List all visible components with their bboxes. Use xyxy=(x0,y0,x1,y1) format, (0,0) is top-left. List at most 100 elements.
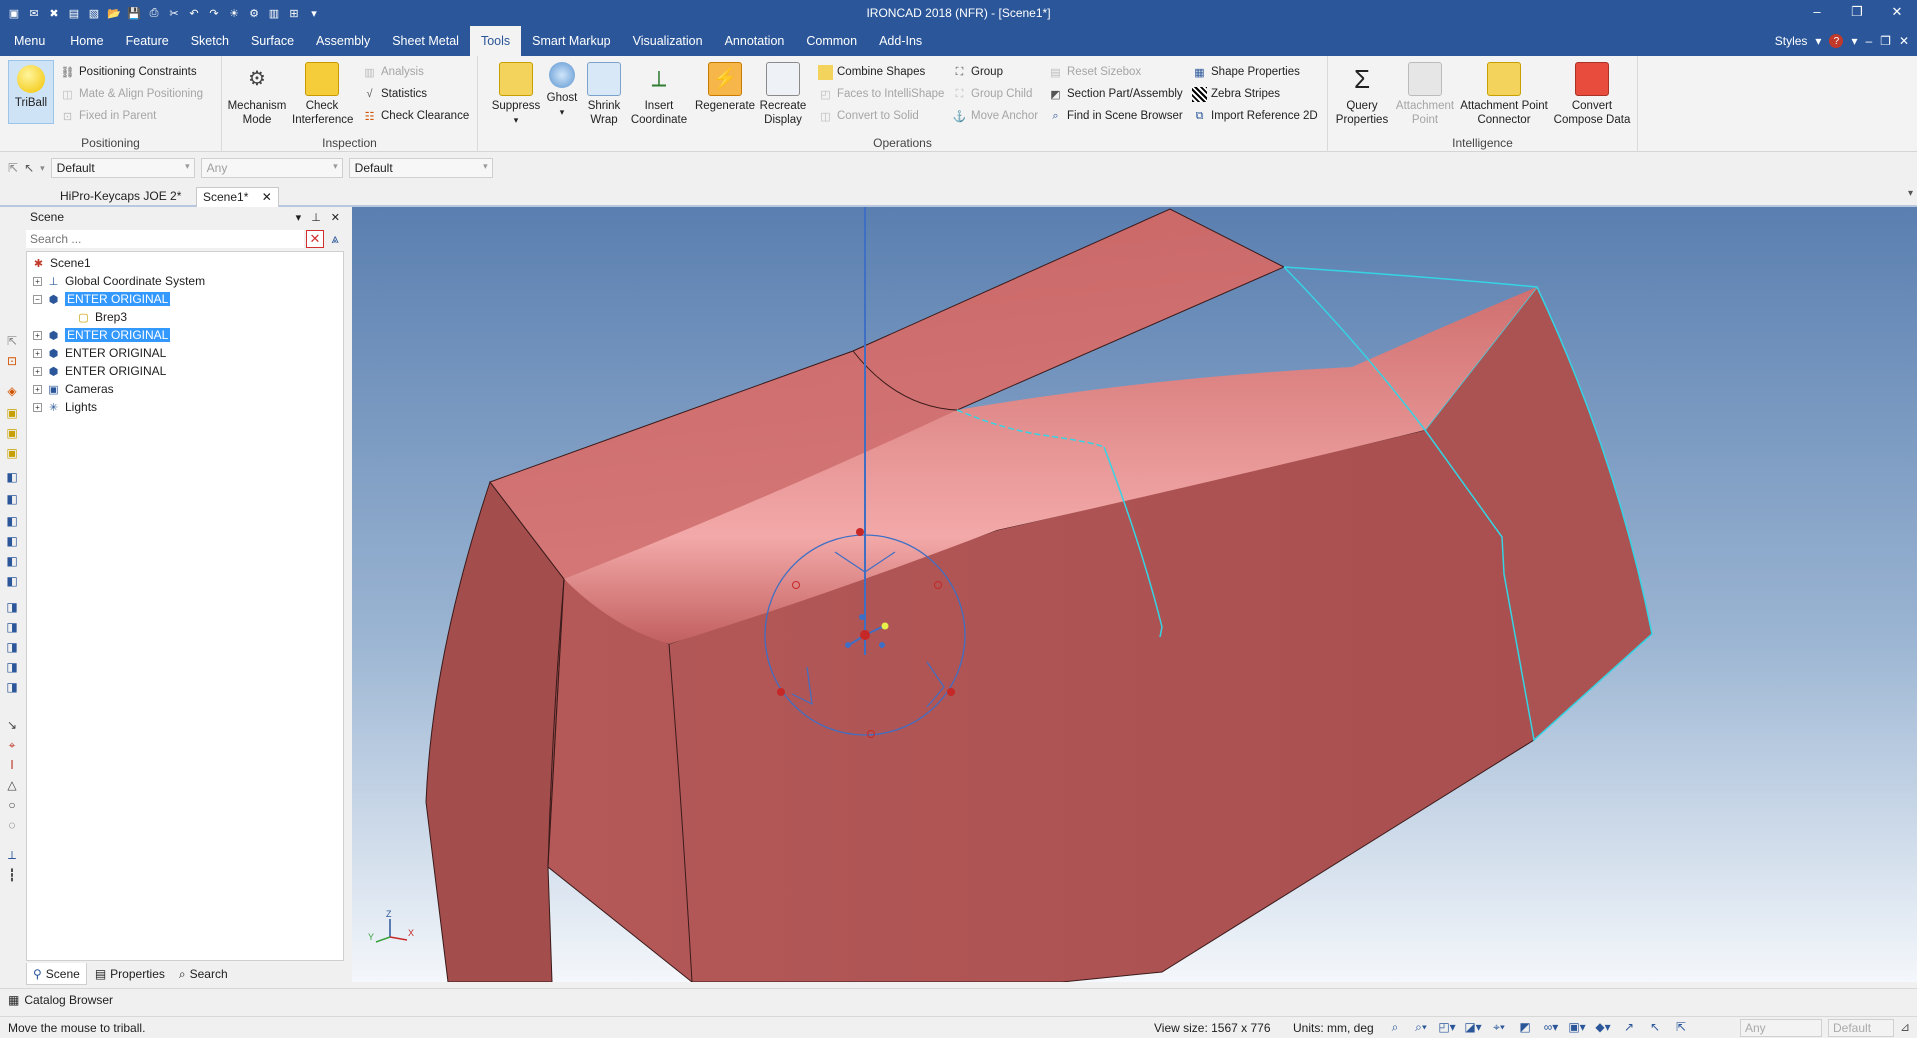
tab-visualization[interactable]: Visualization xyxy=(622,26,714,56)
selection-filter-combo[interactable]: Any xyxy=(200,158,343,178)
tab-properties[interactable]: ▤ Properties xyxy=(89,963,171,985)
quick-access-icon[interactable]: ✖ xyxy=(46,5,62,21)
quick-access-icon[interactable]: ⊞ xyxy=(286,5,302,21)
quick-access-icon[interactable]: ↶ xyxy=(186,5,202,21)
toolstrip-icon[interactable]: ○ xyxy=(4,797,20,813)
toolstrip-icon[interactable]: ┇ xyxy=(4,867,20,883)
catalog-browser-bar[interactable]: ▦ Catalog Browser xyxy=(0,988,1917,1010)
style-combo[interactable]: Default xyxy=(348,158,493,178)
toolstrip-icon[interactable]: ↘ xyxy=(4,717,20,733)
dropdown-icon[interactable]: ▾ xyxy=(1851,34,1857,48)
display-mode-icon[interactable]: ▣▾ xyxy=(1566,1019,1588,1035)
search-options-icon[interactable]: ⩓ xyxy=(326,230,344,248)
insert-coordinate-button[interactable]: ⟂ Insert Coordinate xyxy=(628,62,690,127)
glasses-icon[interactable]: ∞▾ xyxy=(1540,1019,1562,1035)
view-cube-icon[interactable]: ◰▾ xyxy=(1436,1019,1458,1035)
tree-item[interactable]: ▢ Brep3 xyxy=(63,309,127,325)
tab-tools[interactable]: Tools xyxy=(469,26,522,56)
orientation-icon[interactable]: ◪▾ xyxy=(1462,1019,1484,1035)
toolstrip-icon[interactable]: ⊡ xyxy=(4,353,20,369)
camera-icon[interactable]: ⌖▾ xyxy=(1488,1019,1510,1035)
scene-search-input[interactable] xyxy=(26,230,304,248)
combine-shapes-button[interactable]: Combine Shapes xyxy=(818,63,925,81)
selection-mode-combo[interactable]: Default xyxy=(50,158,195,178)
pick-icon[interactable]: ↗ xyxy=(1618,1019,1640,1035)
doc-tabs-dropdown-icon[interactable]: ▾ xyxy=(1908,188,1913,199)
tab-home[interactable]: Home xyxy=(59,26,114,56)
toolstrip-icon[interactable]: ▣ xyxy=(4,425,20,441)
select-dropdown-icon[interactable]: ▾ xyxy=(40,163,45,174)
mate-align-button[interactable]: ◫ Mate & Align Positioning xyxy=(60,85,203,103)
toolstrip-icon[interactable]: ◌ xyxy=(4,817,20,833)
mechanism-mode-button[interactable]: ⚙ Mechanism Mode xyxy=(226,62,288,127)
toolstrip-icon[interactable]: ◈ xyxy=(4,383,20,399)
expander-icon[interactable]: + xyxy=(33,276,42,286)
select-filter-icon[interactable]: ⇱ xyxy=(8,161,18,175)
tab-scene[interactable]: ⚲ Scene xyxy=(26,963,87,985)
expander-icon[interactable]: − xyxy=(33,294,42,304)
import-reference-2d-button[interactable]: ⧉ Import Reference 2D xyxy=(1192,107,1318,125)
status-filter-combo[interactable]: Any xyxy=(1740,1019,1822,1037)
toolstrip-icon[interactable]: ◨ xyxy=(4,679,20,695)
close-button[interactable]: ✕ xyxy=(1877,0,1917,26)
tab-smart-markup[interactable]: Smart Markup xyxy=(521,26,622,56)
tab-add-ins[interactable]: Add-Ins xyxy=(868,26,933,56)
group-child-button[interactable]: ⛶ Group Child xyxy=(952,85,1033,103)
quick-access-icon[interactable]: ▾ xyxy=(306,5,322,21)
quick-access-icon[interactable]: ▥ xyxy=(266,5,282,21)
render-mode-icon[interactable]: ◩ xyxy=(1514,1019,1536,1035)
convert-compose-data-button[interactable]: Convert Compose Data xyxy=(1552,62,1632,127)
toolstrip-icon[interactable]: Ⅰ xyxy=(4,757,20,773)
tab-search[interactable]: ⌕ Search xyxy=(173,963,234,985)
toolstrip-icon[interactable]: ◧ xyxy=(4,553,20,569)
tab-assembly[interactable]: Assembly xyxy=(305,26,381,56)
toolstrip-icon[interactable]: ◨ xyxy=(4,639,20,655)
status-style-combo[interactable]: Default xyxy=(1828,1019,1894,1037)
tab-menu[interactable]: Menu xyxy=(0,26,59,56)
quick-access-icon[interactable]: ↷ xyxy=(206,5,222,21)
analysis-button[interactable]: ▥ Analysis xyxy=(362,63,424,81)
query-properties-button[interactable]: Σ Query Properties xyxy=(1334,62,1390,127)
toolstrip-icon[interactable]: ◧ xyxy=(4,491,20,507)
viewport-canvas[interactable]: Z Y X xyxy=(352,207,1917,982)
recreate-display-button[interactable]: Recreate Display xyxy=(758,62,808,127)
expander-icon[interactable]: + xyxy=(33,366,42,376)
find-in-scene-browser-button[interactable]: ⌕ Find in Scene Browser xyxy=(1048,107,1182,125)
quick-access-icon[interactable]: ▤ xyxy=(66,5,82,21)
attachment-point-button[interactable]: Attachment Point xyxy=(1394,62,1456,127)
tab-annotation[interactable]: Annotation xyxy=(714,26,796,56)
3d-viewport[interactable]: Z Y X xyxy=(352,207,1917,982)
quick-access-icon[interactable]: ✂ xyxy=(166,5,182,21)
toolstrip-icon[interactable]: ⟂ xyxy=(4,847,20,863)
close-tab-icon[interactable]: ✕ xyxy=(262,190,272,204)
restore-button[interactable]: ❐ xyxy=(1837,0,1877,26)
tab-common[interactable]: Common xyxy=(795,26,868,56)
tree-item[interactable]: + ⊥ Global Coordinate System xyxy=(33,273,205,289)
shrink-wrap-button[interactable]: Shrink Wrap xyxy=(584,62,624,127)
convert-to-solid-button[interactable]: ◫ Convert to Solid xyxy=(818,107,919,125)
minimize-button[interactable]: – xyxy=(1797,0,1837,26)
statistics-button[interactable]: √ Statistics xyxy=(362,85,427,103)
tree-item[interactable]: − ⬢ ENTER ORIGINAL xyxy=(33,291,171,307)
quick-access-icon[interactable]: ▣ xyxy=(6,5,22,21)
minimize-ribbon-icon[interactable]: – xyxy=(1865,34,1872,48)
reset-sizebox-button[interactable]: ▤ Reset Sizebox xyxy=(1048,63,1141,81)
tab-feature[interactable]: Feature xyxy=(115,26,180,56)
quick-access-icon[interactable]: ☀ xyxy=(226,5,242,21)
cursor-arrow-icon[interactable]: ⇱ xyxy=(1670,1019,1692,1035)
check-interference-button[interactable]: Check Interference xyxy=(292,62,353,127)
close-doc-icon[interactable]: ✕ xyxy=(1899,34,1909,48)
doc-tab-keycaps[interactable]: HiPro-Keycaps JOE 2* xyxy=(54,187,187,207)
tab-surface[interactable]: Surface xyxy=(240,26,305,56)
cursor-icon[interactable]: ↖ xyxy=(24,161,34,175)
zoom-window-icon[interactable]: ⌕▾ xyxy=(1410,1019,1432,1035)
quick-access-icon[interactable]: ⎙ xyxy=(146,5,162,21)
expander-icon[interactable]: + xyxy=(33,330,42,340)
group-button[interactable]: ⛶ Group xyxy=(952,63,1003,81)
triball-button[interactable]: TriBall xyxy=(8,60,54,124)
help-icon[interactable]: ? xyxy=(1829,34,1844,48)
dropdown-icon[interactable]: ▾ xyxy=(1815,34,1821,48)
toolstrip-icon[interactable]: △ xyxy=(4,777,20,793)
positioning-constraints-button[interactable]: ⛓ Positioning Constraints xyxy=(60,63,197,81)
toolstrip-icon[interactable]: ◨ xyxy=(4,619,20,635)
